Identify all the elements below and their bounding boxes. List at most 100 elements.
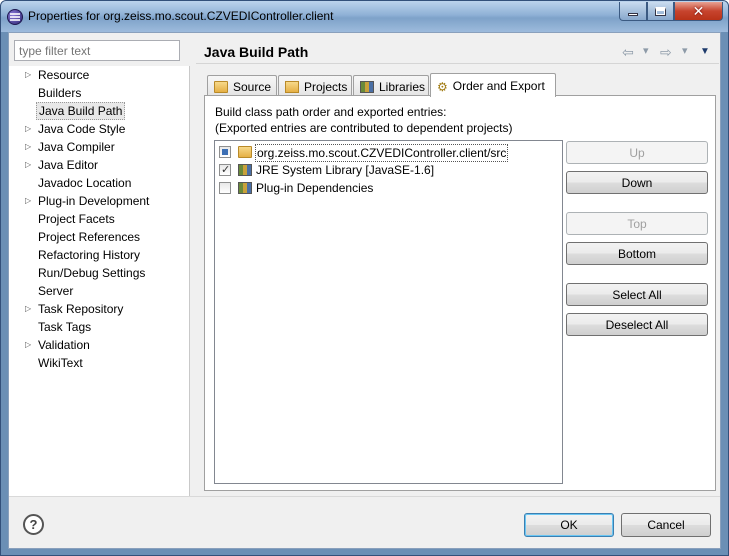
filter-input[interactable]	[14, 40, 180, 61]
source-folder-icon	[238, 146, 252, 158]
list-item[interactable]: JRE System Library [JavaSE-1.6]	[219, 161, 559, 179]
entry-label: JRE System Library [JavaSE-1.6]	[256, 163, 435, 177]
dialog-client-area: ▷ResourceBuildersJava Build Path▷Java Co…	[8, 32, 721, 549]
bottom-button[interactable]: Bottom	[566, 242, 708, 265]
up-button[interactable]: Up	[566, 141, 708, 164]
tree-item[interactable]: ▷ Java Editor	[9, 156, 189, 174]
header-separator	[196, 63, 719, 64]
ok-button[interactable]: OK	[524, 513, 614, 537]
tree-item-label: Builders	[38, 86, 82, 100]
top-button[interactable]: Top	[566, 212, 708, 235]
library-icon	[238, 182, 252, 194]
deselect-all-button[interactable]: Deselect All	[566, 313, 708, 336]
tab-libraries-label: Libraries	[379, 79, 426, 94]
footer-separator	[9, 496, 720, 497]
tab-source[interactable]: Source	[207, 75, 277, 97]
tree-item-label: Task Tags	[38, 320, 92, 334]
tab-order-and-export[interactable]: ⚙ Order and Export	[430, 73, 556, 97]
order-export-panel: Build class path order and exported entr…	[204, 95, 716, 491]
tree-item[interactable]: Refactoring History	[9, 246, 189, 264]
tree-item[interactable]: Server	[9, 282, 189, 300]
view-menu-icon[interactable]: ▼	[700, 46, 710, 57]
back-menu-icon[interactable]: ▾	[643, 44, 649, 57]
tree-item[interactable]: Run/Debug Settings	[9, 264, 189, 282]
minimize-icon	[628, 13, 638, 16]
eclipse-icon	[7, 9, 23, 25]
tab-libraries[interactable]: Libraries	[353, 75, 429, 97]
window-title: Properties for org.zeiss.mo.scout.CZVEDI…	[28, 9, 334, 23]
tree-item[interactable]: ▷ Validation	[9, 336, 189, 354]
forward-menu-icon[interactable]: ▾	[682, 44, 688, 57]
expand-arrow-icon[interactable]: ▷	[25, 120, 35, 138]
tree-item-label: Java Editor	[38, 158, 99, 172]
tree-item-label: Plug-in Development	[38, 194, 150, 208]
tab-projects[interactable]: Projects	[278, 75, 352, 97]
tree-item[interactable]: Java Build Path	[9, 102, 189, 120]
tab-order-label: Order and Export	[452, 78, 545, 93]
tree-item-label: Java Build Path	[36, 102, 126, 120]
list-item[interactable]: org.zeiss.mo.scout.CZVEDIController.clie…	[219, 143, 559, 162]
tree-item[interactable]: Project References	[9, 228, 189, 246]
entry-label: org.zeiss.mo.scout.CZVEDIController.clie…	[255, 144, 509, 162]
back-arrow-icon[interactable]: ⇦	[622, 44, 634, 61]
tree-item-label: Task Repository	[38, 302, 124, 316]
tree-item[interactable]: WikiText	[9, 354, 189, 372]
library-icon	[360, 80, 374, 93]
close-button[interactable]: ✕	[674, 2, 723, 21]
source-folder-icon	[214, 80, 228, 93]
maximize-button[interactable]	[647, 2, 674, 21]
tree-item[interactable]: ▷ Java Compiler	[9, 138, 189, 156]
tree-item-label: Java Code Style	[38, 122, 126, 136]
tree-item[interactable]: Javadoc Location	[9, 174, 189, 192]
title-bar[interactable]: Properties for org.zeiss.mo.scout.CZVEDI…	[1, 1, 728, 32]
sash-divider[interactable]	[190, 33, 194, 496]
tree-item[interactable]: Builders	[9, 84, 189, 102]
order-export-icon: ⚙	[437, 79, 448, 94]
tree-item[interactable]: Task Tags	[9, 318, 189, 336]
tree-item[interactable]: ▷ Task Repository	[9, 300, 189, 318]
expand-arrow-icon[interactable]: ▷	[25, 138, 35, 156]
tab-source-label: Source	[233, 79, 272, 94]
expand-arrow-icon[interactable]: ▷	[25, 300, 35, 318]
tree-item-label: Javadoc Location	[38, 176, 132, 190]
tree-item-label: Resource	[38, 68, 90, 82]
tree-item[interactable]: ▷ Java Code Style	[9, 120, 189, 138]
project-icon	[285, 80, 299, 93]
export-note: (Exported entries are contributed to dep…	[215, 121, 513, 135]
properties-dialog-window: Properties for org.zeiss.mo.scout.CZVEDI…	[0, 0, 729, 556]
expand-arrow-icon[interactable]: ▷	[25, 192, 35, 210]
page-title: Java Build Path	[204, 44, 309, 60]
help-icon[interactable]: ?	[23, 514, 44, 535]
tree-item-label: Java Compiler	[38, 140, 115, 154]
tree-item[interactable]: ▷ Plug-in Development	[9, 192, 189, 210]
order-description: Build class path order and exported entr…	[215, 105, 447, 119]
entry-checkbox[interactable]	[219, 146, 231, 158]
tree-item-label: Server	[38, 284, 74, 298]
expand-arrow-icon[interactable]: ▷	[25, 336, 35, 354]
tree-item-label: Project Facets	[38, 212, 115, 226]
library-icon	[238, 164, 252, 176]
expand-arrow-icon[interactable]: ▷	[25, 156, 35, 174]
cancel-button[interactable]: Cancel	[621, 513, 711, 537]
forward-arrow-icon[interactable]: ⇨	[660, 44, 672, 61]
entry-checkbox[interactable]	[219, 161, 231, 179]
close-icon: ✕	[692, 2, 705, 19]
minimize-button[interactable]	[619, 2, 647, 21]
tree-item-label: WikiText	[38, 356, 83, 370]
entry-label: Plug-in Dependencies	[256, 181, 374, 195]
select-all-button[interactable]: Select All	[566, 283, 708, 306]
tree-item-label: Refactoring History	[38, 248, 141, 262]
expand-arrow-icon[interactable]: ▷	[25, 66, 35, 84]
tab-projects-label: Projects	[304, 79, 348, 94]
property-page-tree: ▷ Resource Builders Java Build Path ▷ Java Co…	[9, 66, 190, 496]
down-button[interactable]: Down	[566, 171, 708, 194]
maximize-icon	[655, 6, 666, 16]
classpath-entry-list[interactable]: org.zeiss.mo.scout.CZVEDIController.clie…	[214, 140, 563, 484]
list-item[interactable]: Plug-in Dependencies	[219, 179, 559, 197]
tree-item-label: Validation	[38, 338, 90, 352]
tree-item[interactable]: ▷ Resource	[9, 66, 189, 84]
tree-item-label: Run/Debug Settings	[38, 266, 146, 280]
tree-item[interactable]: Project Facets	[9, 210, 189, 228]
entry-checkbox[interactable]	[219, 182, 231, 194]
tree-item-label: Project References	[38, 230, 141, 244]
